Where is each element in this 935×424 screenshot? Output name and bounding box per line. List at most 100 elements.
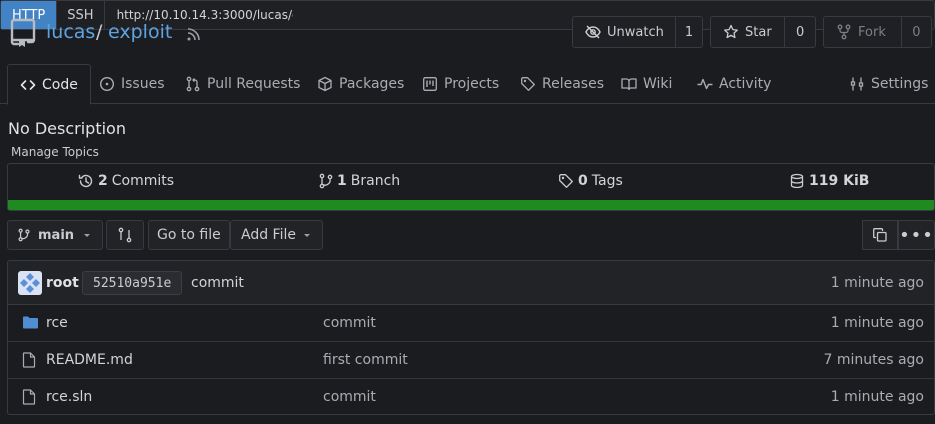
star-group: Star 0 — [710, 16, 816, 48]
project-icon — [422, 76, 438, 92]
repo-path-separator: / — [96, 21, 103, 43]
branches-stat[interactable]: 1 Branch — [319, 173, 400, 189]
tab-releases[interactable]: Releases — [520, 64, 604, 104]
repo-name-link[interactable]: exploit — [108, 21, 172, 43]
file-commit-time: 1 minute ago — [830, 389, 924, 405]
file-icon — [22, 352, 36, 368]
commits-count: 2 — [98, 173, 108, 189]
file-icon — [22, 389, 36, 405]
pulse-icon — [697, 76, 713, 92]
tab-label: Code — [42, 76, 78, 93]
repo-icon — [10, 18, 36, 48]
branch-name: main — [38, 227, 75, 243]
forks-count[interactable]: 0 — [902, 17, 931, 47]
rss-icon[interactable] — [186, 26, 202, 42]
repo-description: No Description — [8, 119, 126, 138]
commits-label: Commits — [111, 173, 175, 189]
repo-size: 119 KiB — [809, 173, 870, 189]
manage-topics-link[interactable]: Manage Topics — [11, 145, 99, 159]
caret-down-icon — [302, 230, 312, 240]
compare-icon — [117, 227, 133, 243]
fork-group: Fork 0 — [823, 16, 932, 48]
stars-count[interactable]: 0 — [785, 17, 815, 47]
add-file-dropdown[interactable]: Add File — [230, 220, 323, 250]
tab-pull-requests[interactable]: Pull Requests — [185, 64, 300, 104]
tab-settings[interactable]: Settings — [849, 64, 928, 104]
star-icon — [723, 24, 739, 40]
tab-packages[interactable]: Packages — [317, 64, 404, 104]
latest-commit-bar: root 52510a951e commit 1 minute ago — [8, 261, 934, 305]
tab-activity[interactable]: Activity — [697, 64, 771, 104]
history-icon — [78, 173, 94, 189]
unwatch-button[interactable]: Unwatch — [573, 17, 676, 47]
tab-label: Activity — [719, 76, 772, 92]
tags-label: Tags — [591, 173, 623, 189]
tab-label: Projects — [444, 76, 500, 92]
folder-icon — [22, 315, 39, 330]
tags-stat[interactable]: 0 Tags — [558, 173, 623, 189]
add-file-label: Add File — [241, 227, 296, 243]
tab-label: Issues — [121, 76, 165, 92]
branches-count: 1 — [337, 173, 347, 189]
avatar[interactable] — [18, 271, 42, 295]
watch-group: Unwatch 1 — [572, 16, 703, 48]
file-row[interactable]: rce.sln commit 1 minute ago — [8, 379, 934, 414]
file-list: root 52510a951e commit 1 minute ago rce … — [7, 260, 935, 415]
tab-label: Pull Requests — [207, 76, 301, 92]
repo-stats: 2 Commits 1 Branch 0 Tags 119 KiB — [7, 163, 935, 211]
commits-stat[interactable]: 2 Commits — [78, 173, 174, 189]
file-name-link[interactable]: README.md — [46, 352, 133, 368]
watchers-count[interactable]: 1 — [676, 17, 702, 47]
language-bar[interactable] — [8, 200, 934, 210]
tab-wiki[interactable]: Wiki — [621, 64, 672, 104]
branch-icon — [18, 227, 30, 243]
file-commit-time: 1 minute ago — [830, 315, 924, 331]
fork-icon — [836, 24, 852, 40]
file-commit-message[interactable]: commit — [323, 315, 376, 331]
branches-label: Branch — [350, 173, 401, 189]
commit-sha-button[interactable]: 52510a951e — [82, 271, 183, 295]
file-commit-message[interactable]: commit — [323, 389, 376, 405]
tag-icon — [558, 173, 574, 189]
tab-label: Settings — [871, 76, 929, 92]
size-stat: 119 KiB — [789, 173, 869, 189]
commit-author-link[interactable]: root — [46, 275, 79, 291]
commit-message-link[interactable]: commit — [191, 275, 244, 291]
code-icon — [20, 77, 36, 93]
tag-icon — [520, 76, 536, 92]
tab-issues[interactable]: Issues — [99, 64, 165, 104]
fork-label: Fork — [858, 24, 886, 40]
tab-code[interactable]: Code — [7, 64, 91, 105]
star-button[interactable]: Star — [711, 17, 786, 47]
eye-slash-icon — [585, 24, 601, 40]
tab-label: Wiki — [643, 76, 673, 92]
database-icon — [789, 173, 805, 189]
tab-projects[interactable]: Projects — [422, 64, 499, 104]
fork-button[interactable]: Fork — [824, 17, 902, 47]
compare-branches-button[interactable] — [106, 220, 144, 250]
package-icon — [317, 76, 333, 92]
caret-down-icon — [82, 230, 92, 240]
file-row[interactable]: rce commit 1 minute ago — [8, 305, 934, 342]
tab-label: Releases — [542, 76, 604, 92]
tags-count: 0 — [578, 173, 588, 189]
branch-icon — [319, 173, 333, 189]
unwatch-label: Unwatch — [607, 24, 664, 40]
pull-request-icon — [185, 76, 201, 92]
more-options-button[interactable]: ••• — [898, 220, 935, 250]
tools-icon — [849, 76, 865, 92]
file-row[interactable]: README.md first commit 7 minutes ago — [8, 342, 934, 379]
copy-url-button[interactable] — [862, 220, 898, 250]
star-label: Star — [745, 24, 772, 40]
file-commit-message[interactable]: first commit — [323, 352, 408, 368]
book-icon — [621, 76, 637, 92]
file-name-link[interactable]: rce.sln — [46, 389, 92, 405]
tab-label: Packages — [339, 76, 405, 92]
issue-icon — [99, 76, 115, 92]
repo-owner-link[interactable]: lucas — [46, 21, 95, 43]
go-to-file-button[interactable]: Go to file — [148, 220, 230, 250]
repo-tabs: Code Issues Pull Requests Packages Proje… — [0, 64, 935, 105]
copy-icon — [872, 227, 888, 243]
branch-selector[interactable]: main — [7, 220, 104, 250]
file-name-link[interactable]: rce — [46, 315, 68, 331]
